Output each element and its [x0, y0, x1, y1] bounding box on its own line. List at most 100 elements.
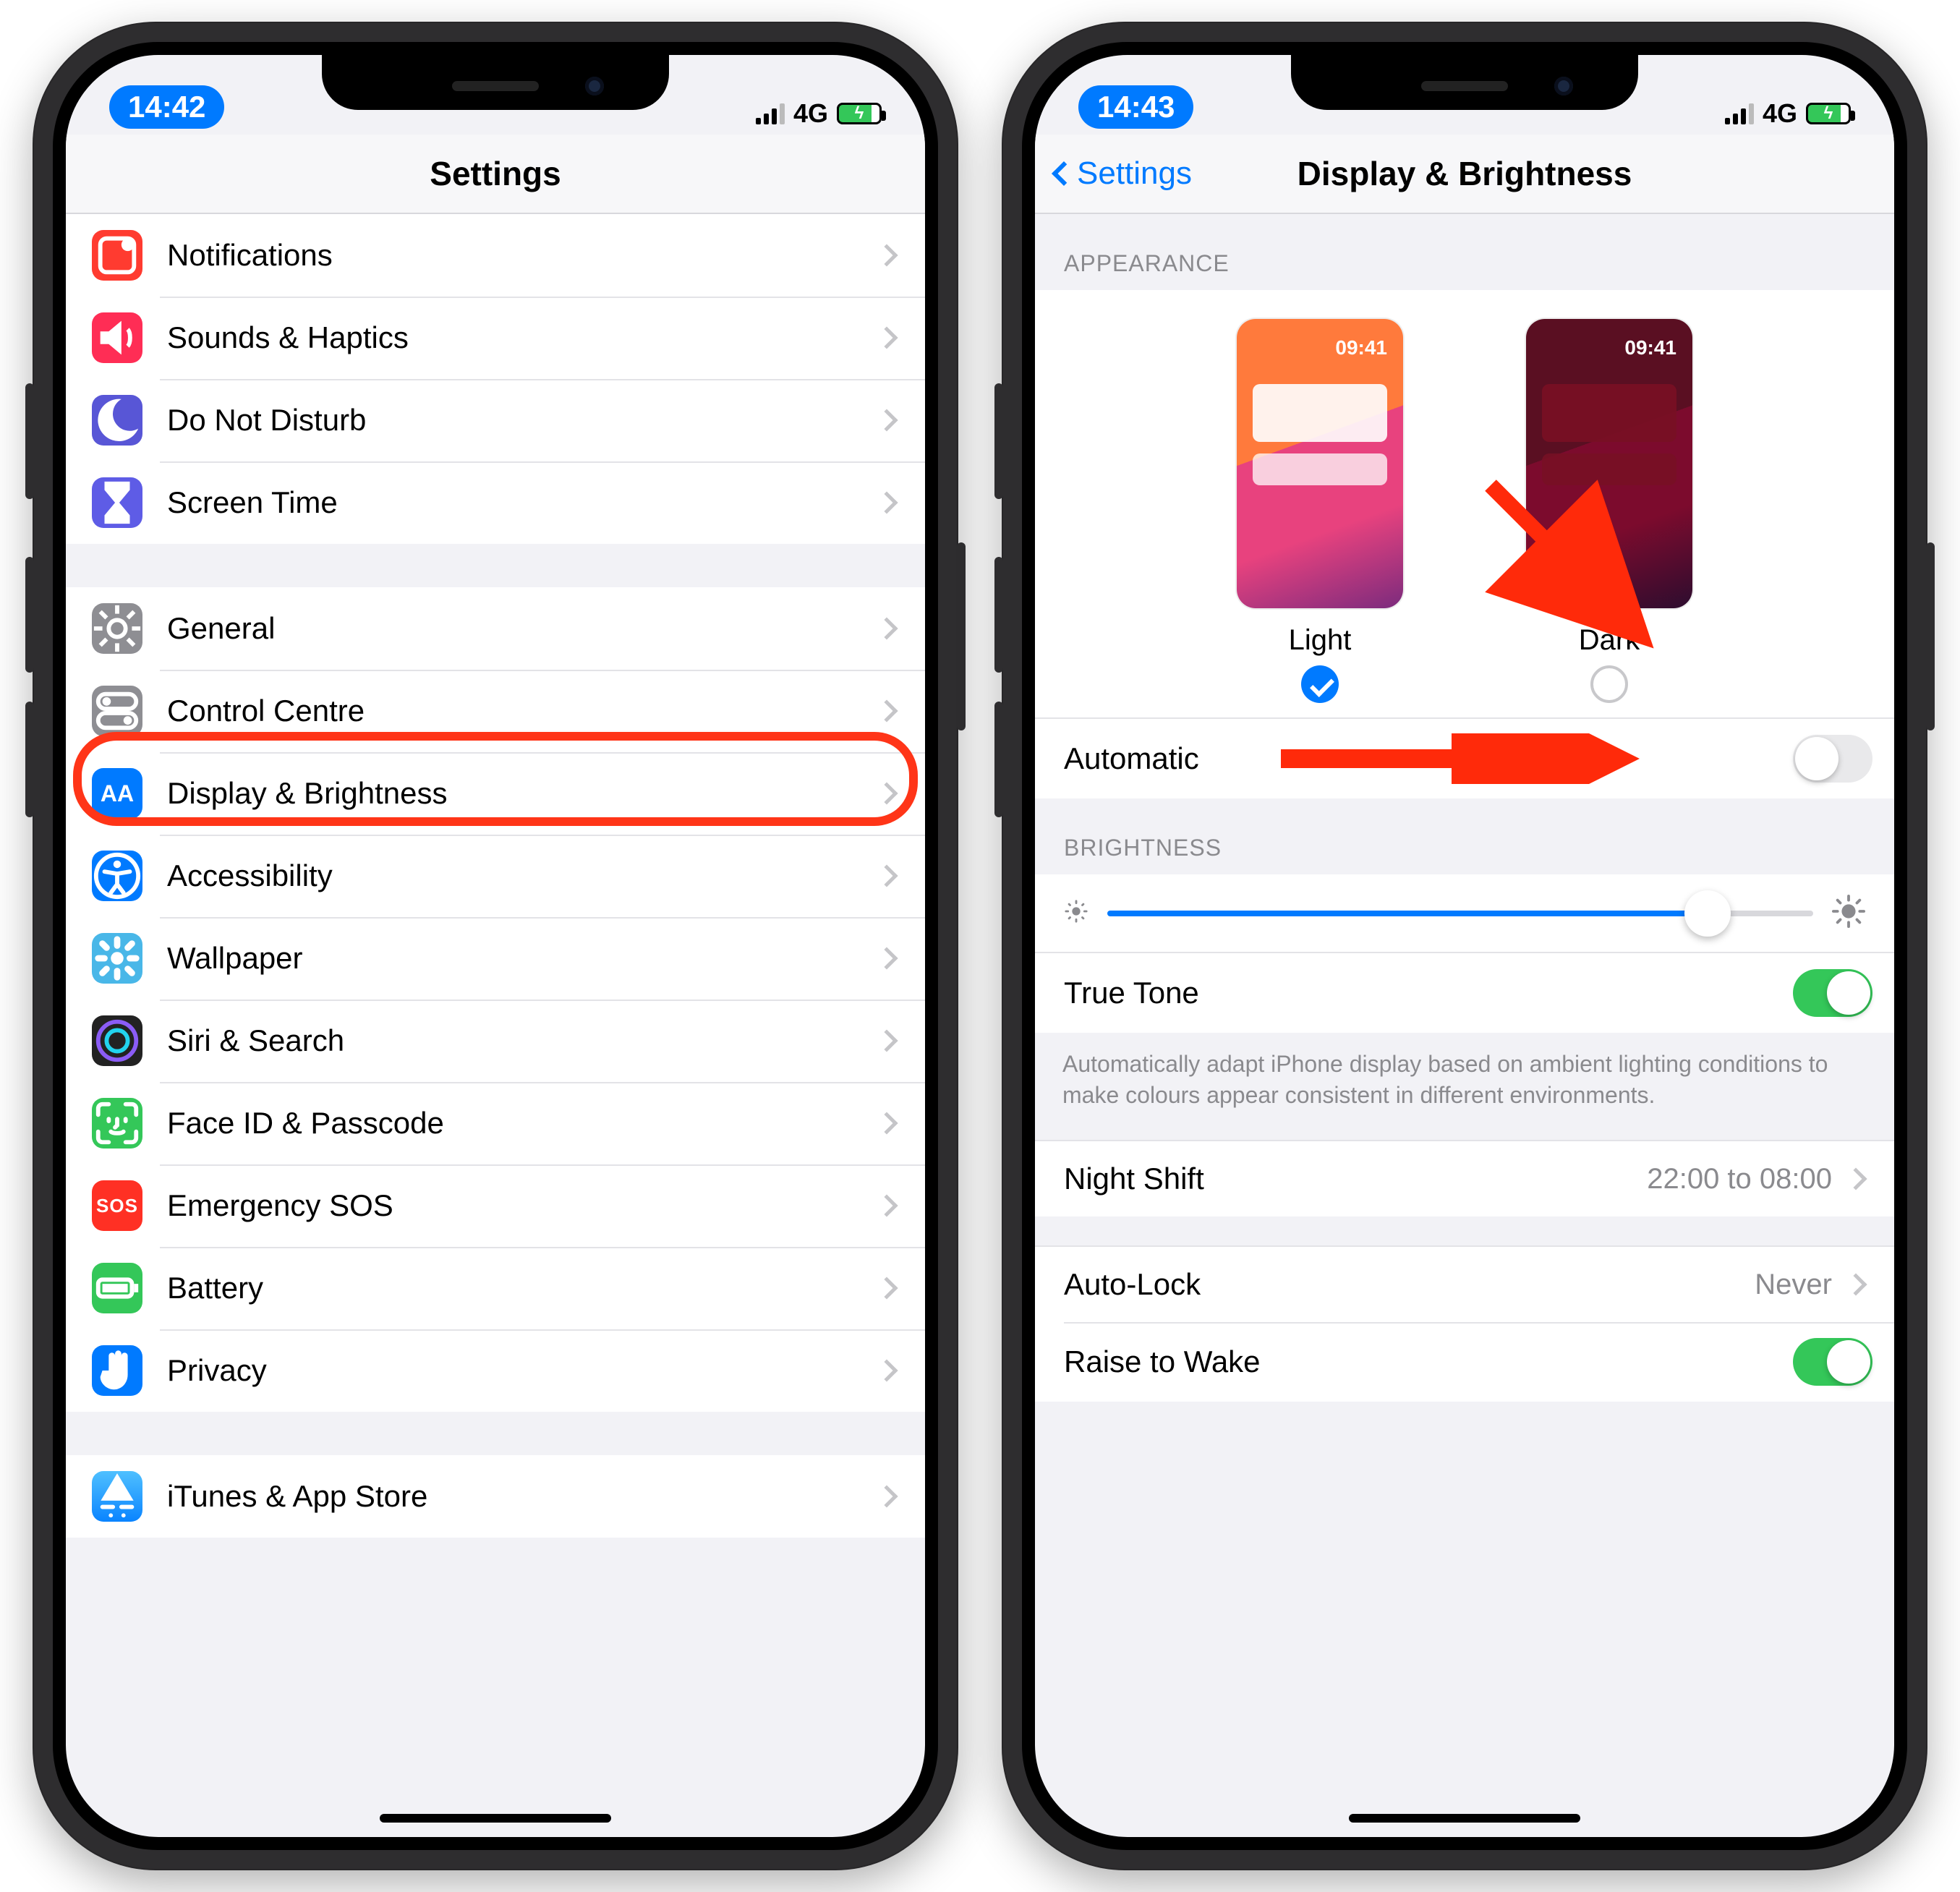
truetone-note: Automatically adapt iPhone display based… — [1035, 1033, 1894, 1140]
row-battery[interactable]: Battery — [66, 1247, 925, 1329]
row-label: Night Shift — [1064, 1162, 1647, 1196]
radio-dark[interactable] — [1590, 665, 1628, 703]
row-label: Face ID & Passcode — [167, 1106, 879, 1141]
row-label: Screen Time — [167, 485, 879, 520]
row-automatic[interactable]: Automatic — [1035, 717, 1894, 798]
opt-label: Dark — [1526, 624, 1692, 657]
status-time: 14:43 — [1078, 85, 1193, 129]
chevron-right-icon — [875, 699, 898, 722]
row-label: Display & Brightness — [167, 776, 879, 811]
opt-label: Light — [1237, 624, 1403, 657]
row-raisetowake[interactable]: Raise to Wake — [1035, 1322, 1894, 1402]
sos-icon: SOS — [92, 1180, 142, 1231]
chevron-right-icon — [875, 947, 898, 969]
chevron-right-icon — [875, 1112, 898, 1134]
chevron-right-icon — [1844, 1168, 1867, 1190]
row-privacy[interactable]: Privacy — [66, 1329, 925, 1412]
row-value: Never — [1755, 1269, 1832, 1301]
row-notifications[interactable]: Notifications — [66, 214, 925, 297]
chevron-right-icon — [875, 617, 898, 639]
section-header-appearance: APPEARANCE — [1035, 214, 1894, 290]
row-itunes-appstore[interactable]: iTunes & App Store — [66, 1455, 925, 1538]
battery-icon — [92, 1263, 142, 1313]
row-screentime[interactable]: Screen Time — [66, 461, 925, 544]
page-title: Display & Brightness — [1298, 154, 1632, 193]
row-sos[interactable]: SOS Emergency SOS — [66, 1164, 925, 1247]
row-label: General — [167, 611, 879, 646]
network-label: 4G — [793, 98, 828, 129]
chevron-left-icon — [1052, 161, 1076, 186]
row-truetone[interactable]: True Tone — [1035, 952, 1894, 1033]
moon-icon — [92, 395, 142, 446]
settings-group-3: iTunes & App Store — [66, 1455, 925, 1538]
row-sounds[interactable]: Sounds & Haptics — [66, 297, 925, 379]
row-general[interactable]: General — [66, 587, 925, 670]
phone-right: 14:43 4G ϟ Settings Display & Brightness… — [1002, 22, 1927, 1870]
home-indicator[interactable] — [1349, 1814, 1580, 1823]
row-faceid[interactable]: Face ID & Passcode — [66, 1082, 925, 1164]
notch — [1291, 55, 1638, 110]
row-label: Sounds & Haptics — [167, 320, 879, 355]
row-label: Battery — [167, 1271, 879, 1305]
radio-light[interactable] — [1301, 665, 1339, 703]
row-nightshift[interactable]: Night Shift 22:00 to 08:00 — [1035, 1140, 1894, 1216]
chevron-right-icon — [875, 1194, 898, 1216]
appearance-block: 09:41 Light 09:41 Dark — [1035, 290, 1894, 717]
phone-left: 14:42 4G ϟ Settings N — [33, 22, 958, 1870]
chevron-right-icon — [875, 1485, 898, 1507]
row-label: Wallpaper — [167, 941, 879, 976]
status-time: 14:42 — [109, 85, 224, 129]
signal-icon — [756, 103, 785, 124]
chevron-right-icon — [875, 409, 898, 431]
row-dnd[interactable]: Do Not Disturb — [66, 379, 925, 461]
brightness-slider-row[interactable] — [1035, 874, 1894, 952]
notifications-icon — [92, 230, 142, 281]
network-label: 4G — [1763, 98, 1797, 129]
row-wallpaper[interactable]: Wallpaper — [66, 917, 925, 1000]
row-label: Raise to Wake — [1064, 1345, 1793, 1379]
row-controlcentre[interactable]: Control Centre — [66, 670, 925, 752]
row-label: True Tone — [1064, 976, 1793, 1010]
faceid-icon — [92, 1098, 142, 1149]
row-autolock[interactable]: Auto-Lock Never — [1035, 1245, 1894, 1322]
hourglass-icon — [92, 477, 142, 528]
appearance-light-option[interactable]: 09:41 Light — [1237, 319, 1403, 703]
settings-group-1: Notifications Sounds & Haptics — [66, 214, 925, 544]
aa-icon: AA — [92, 768, 142, 819]
appearance-dark-option[interactable]: 09:41 Dark — [1526, 319, 1692, 703]
chevron-right-icon — [875, 326, 898, 349]
siri-icon — [92, 1015, 142, 1066]
notch — [322, 55, 669, 110]
thumb-time: 09:41 — [1624, 336, 1676, 359]
chevron-right-icon — [875, 864, 898, 887]
chevron-right-icon — [875, 1359, 898, 1381]
appearance-dark-thumb: 09:41 — [1526, 319, 1692, 608]
row-accessibility[interactable]: Accessibility — [66, 835, 925, 917]
page-title: Settings — [430, 154, 561, 193]
brightness-slider[interactable] — [1107, 911, 1813, 916]
appstore-icon — [92, 1471, 142, 1522]
row-display-brightness[interactable]: AA Display & Brightness — [66, 752, 925, 835]
row-siri[interactable]: Siri & Search — [66, 1000, 925, 1082]
row-value: 22:00 to 08:00 — [1647, 1163, 1832, 1196]
home-indicator[interactable] — [380, 1814, 611, 1823]
switches-icon — [92, 686, 142, 736]
chevron-right-icon — [875, 491, 898, 514]
switch-truetone[interactable] — [1793, 969, 1872, 1017]
chevron-right-icon — [875, 782, 898, 804]
back-button[interactable]: Settings — [1055, 155, 1192, 192]
gear-icon — [92, 603, 142, 654]
chevron-right-icon — [875, 1277, 898, 1299]
row-label: iTunes & App Store — [167, 1479, 879, 1514]
chevron-right-icon — [1844, 1274, 1867, 1296]
switch-automatic[interactable] — [1793, 735, 1872, 783]
back-label: Settings — [1077, 155, 1192, 192]
row-label: Privacy — [167, 1353, 879, 1388]
settings-group-2: General Control Centre AA Display & Brig… — [66, 587, 925, 1412]
battery-icon: ϟ — [837, 103, 882, 124]
navbar: Settings Display & Brightness — [1035, 135, 1894, 214]
switch-raisetowake[interactable] — [1793, 1338, 1872, 1386]
thumb-time: 09:41 — [1335, 336, 1387, 359]
section-header-brightness: BRIGHTNESS — [1035, 798, 1894, 874]
row-label: Do Not Disturb — [167, 403, 879, 438]
